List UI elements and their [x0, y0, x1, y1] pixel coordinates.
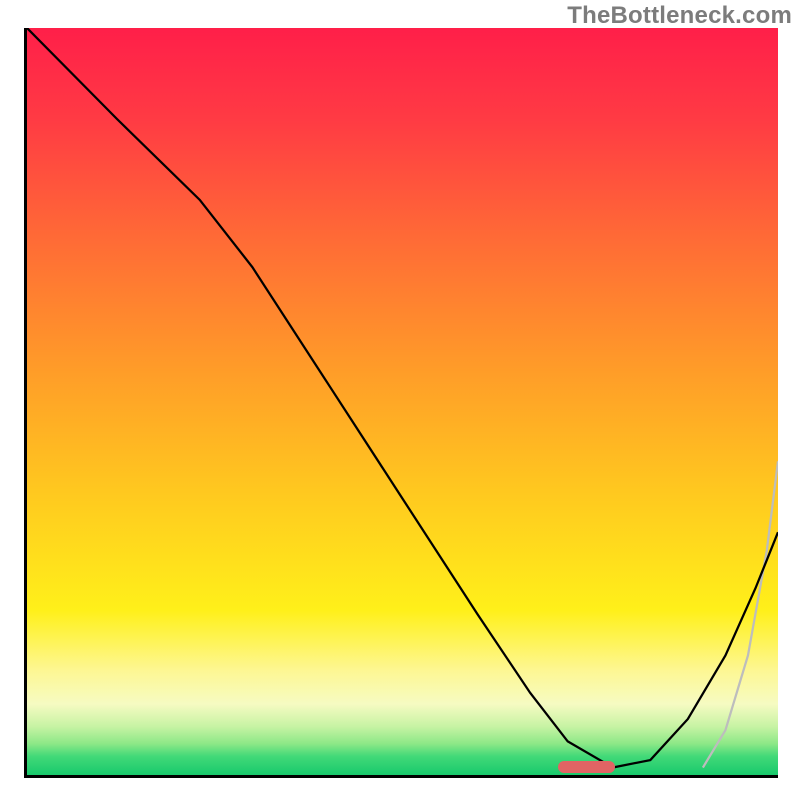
curves-layer — [27, 28, 778, 775]
optimal-marker — [558, 761, 614, 773]
main-curve — [27, 28, 778, 768]
plot-area — [24, 28, 778, 778]
secondary-curve — [703, 461, 778, 767]
watermark-text: TheBottleneck.com — [567, 2, 792, 30]
chart-root: TheBottleneck.com — [0, 0, 800, 800]
